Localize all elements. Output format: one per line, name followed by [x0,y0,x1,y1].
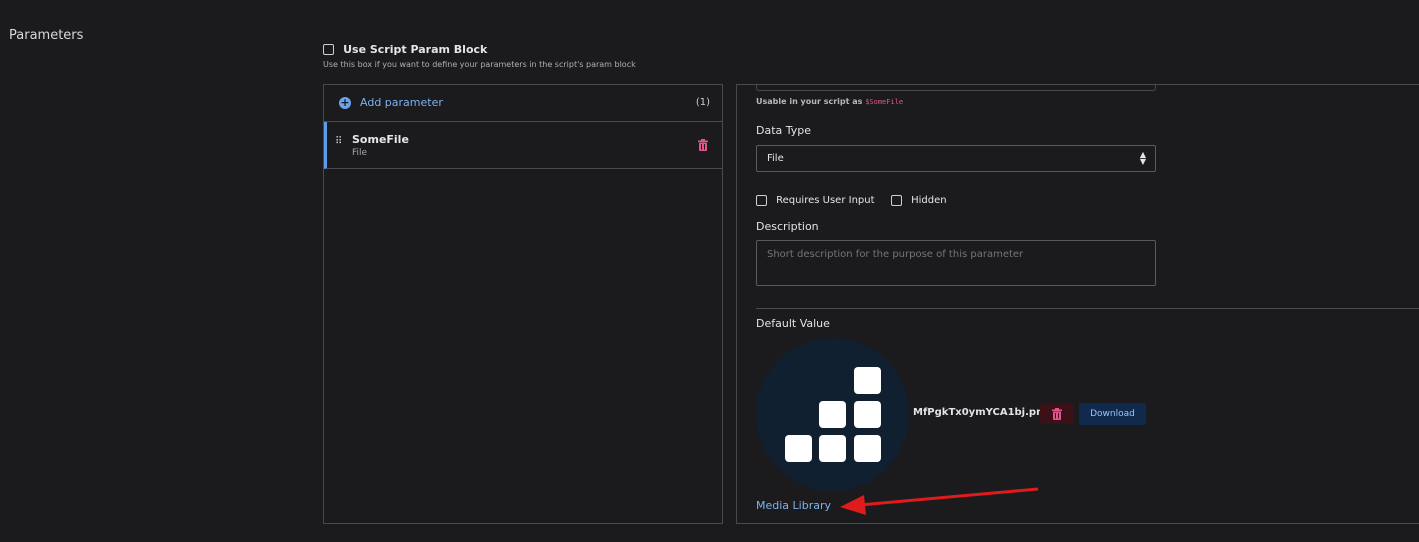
select-arrows-icon: ▲ ▼ [1139,150,1146,166]
file-name: MfPgkTx0ymYCA1bj.png [913,407,1051,418]
data-type-value: File [767,153,784,164]
usable-in-script-hint: Usable in your script as $SomeFile [756,97,903,106]
delete-file-button[interactable] [1040,404,1074,424]
hidden-label: Hidden [911,195,947,206]
divider [756,308,1419,309]
usable-variable: $SomeFile [865,98,904,106]
thumbnail-tile [854,401,881,428]
thumbnail-tile [854,367,881,394]
add-parameter-label: Add parameter [360,96,443,109]
parameter-count: (1) [695,97,710,108]
use-script-param-block-checkbox[interactable]: Use Script Param Block [323,39,487,58]
parameter-name-input[interactable] [756,84,1156,91]
data-type-label: Data Type [756,124,812,137]
hidden-checkbox[interactable]: Hidden [891,190,947,209]
add-parameter-button[interactable]: + Add parameter (1) [324,85,722,122]
script-param-block-help: Use this box if you want to define your … [323,60,636,69]
parameter-item[interactable]: ⠿ SomeFile File [324,122,722,169]
thumbnail-tile [785,435,812,462]
checkbox[interactable] [891,195,902,206]
default-value-label: Default Value [756,317,830,330]
section-title: Parameters [9,28,84,43]
checkbox[interactable] [756,195,767,206]
media-library-link[interactable]: Media Library [756,499,831,512]
download-button[interactable]: Download [1079,403,1146,425]
thumbnail-tile [819,401,846,428]
drag-handle-icon[interactable]: ⠿ [335,137,342,147]
parameter-name: SomeFile [352,133,409,146]
annotation-arrow [840,487,1039,515]
parameter-list-panel: + Add parameter (1) ⠿ SomeFile File [323,84,723,524]
use-script-param-block-label: Use Script Param Block [343,43,488,56]
thumbnail-tile [819,435,846,462]
trash-icon [1052,408,1062,420]
plus-circle-icon: + [339,96,351,109]
file-thumbnail [756,338,909,491]
description-textarea[interactable] [756,240,1156,286]
thumbnail-tile [854,435,881,462]
requires-user-input-label: Requires User Input [776,195,875,206]
requires-user-input-checkbox[interactable]: Requires User Input [756,190,875,209]
parameter-type: File [352,148,368,158]
usable-prefix: Usable in your script as [756,97,863,106]
checkbox[interactable] [323,44,334,55]
trash-icon[interactable] [698,139,708,151]
data-type-select[interactable]: File ▲ ▼ [756,145,1156,172]
description-label: Description [756,220,819,233]
